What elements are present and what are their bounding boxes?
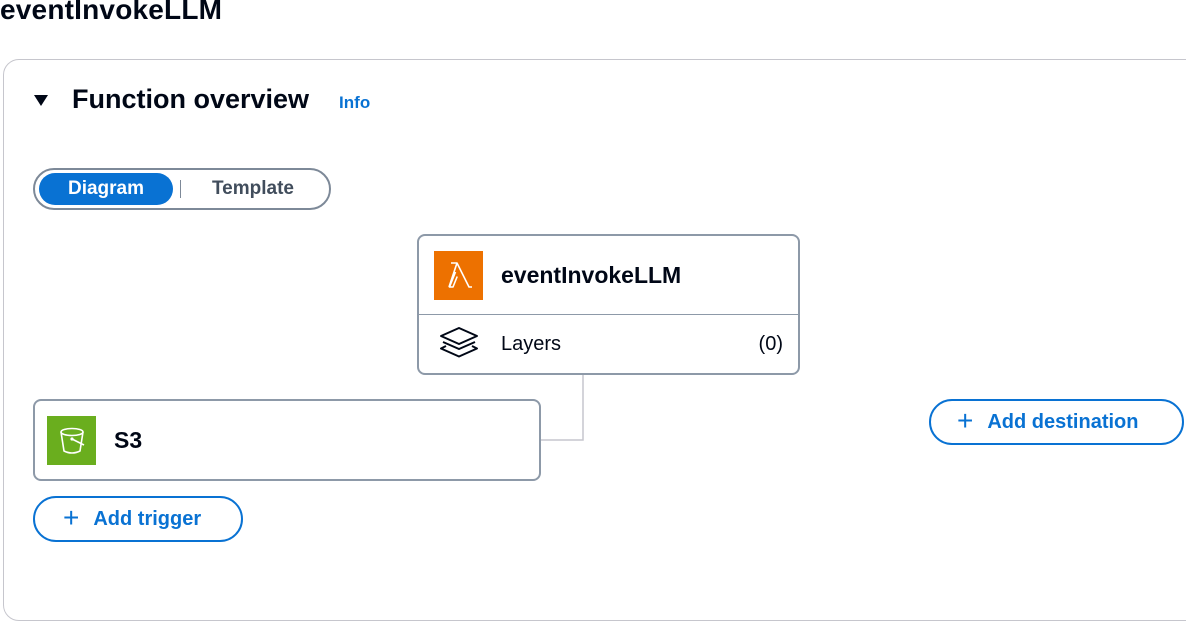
layers-label: Layers (501, 332, 562, 355)
section-title: Function overview (72, 84, 310, 114)
add-destination-label: Add destination (987, 410, 1139, 433)
plus-icon: + (957, 404, 974, 436)
plus-icon: + (63, 501, 80, 533)
page-title: eventInvokeLLM (0, 0, 223, 25)
layers-row[interactable]: Layers (0) (419, 315, 798, 373)
function-name: eventInvokeLLM (501, 261, 682, 288)
view-toggle: Diagram Template (33, 168, 331, 210)
toggle-divider (180, 180, 181, 198)
function-overview-header[interactable]: Function overview Info (34, 84, 370, 115)
caret-down-icon[interactable] (34, 95, 48, 106)
layers-icon (437, 324, 481, 364)
lambda-icon (434, 250, 483, 300)
trigger-node-s3[interactable]: S3 (33, 399, 541, 481)
layers-count: (0) (758, 332, 783, 355)
function-node-header: eventInvokeLLM (419, 236, 798, 315)
diagram-tab[interactable]: Diagram (39, 173, 173, 205)
s3-bucket-icon (47, 415, 96, 465)
function-node[interactable]: eventInvokeLLM Layers (0) (417, 234, 800, 375)
trigger-label: S3 (114, 426, 143, 453)
add-trigger-button[interactable]: + Add trigger (33, 496, 243, 542)
add-destination-button[interactable]: + Add destination (929, 399, 1184, 445)
add-trigger-label: Add trigger (93, 507, 202, 530)
info-link[interactable]: Info (339, 93, 370, 113)
template-tab[interactable]: Template (188, 173, 318, 205)
